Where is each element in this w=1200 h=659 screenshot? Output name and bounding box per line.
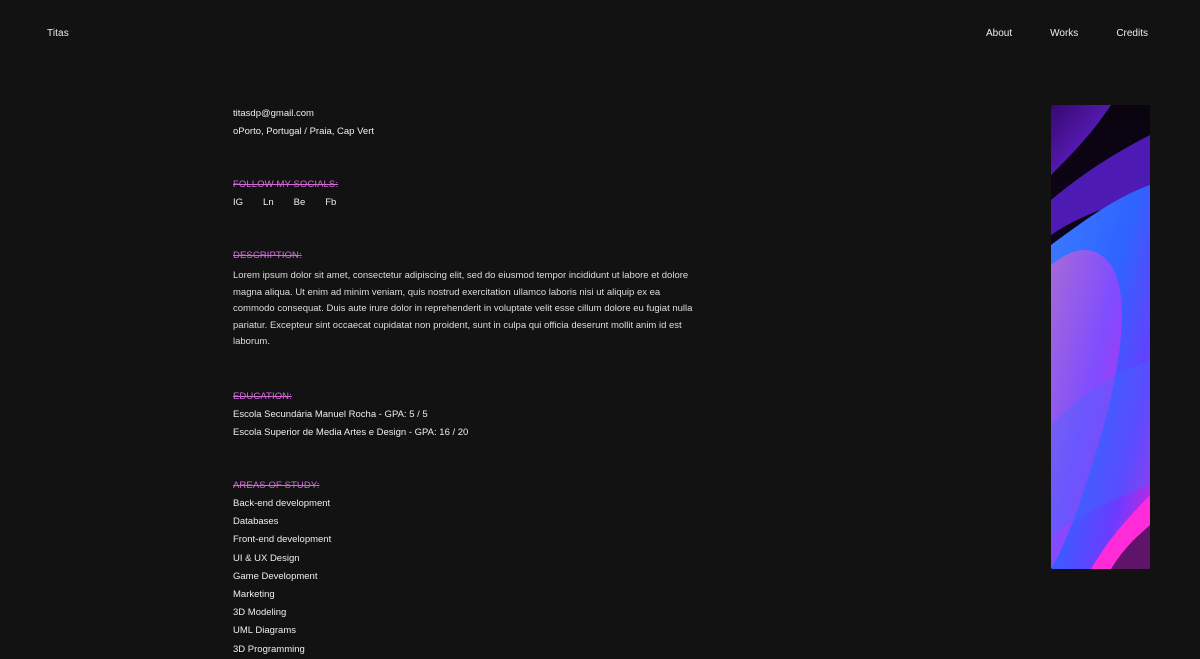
area-item: Back-end development [233,497,331,509]
social-link-behance[interactable]: Be [294,194,306,212]
area-item: Game Development [233,570,318,582]
about-content: titasdp@gmail.com oPorto, Portugal / Pra… [233,105,703,659]
nav-credits-link[interactable]: Credits [1116,28,1148,39]
abstract-gradient-artwork [1051,105,1150,569]
area-item: UI & UX Design [233,552,300,564]
contact-location: oPorto, Portugal / Praia, Cap Vert [233,126,374,137]
nav-about-link[interactable]: About [986,28,1012,39]
education-heading: EDUCATION: [233,390,292,402]
description-heading: DESCRIPTION: [233,250,302,261]
top-nav: About Works Credits [948,28,1148,39]
brand-logo-text[interactable]: Titas [47,28,69,39]
social-link-linkedin[interactable]: Ln [263,194,274,212]
area-item: 3D Modeling [233,607,287,619]
nav-works-link[interactable]: Works [1050,28,1078,39]
contact-email[interactable]: titasdp@gmail.com [233,105,703,123]
social-link-facebook[interactable]: Fb [325,194,336,212]
area-item: UML Diagrams [233,625,296,637]
education-item: Escola Superior de Media Artes e Design … [233,426,469,438]
area-item: 3D Programming [233,643,305,655]
education-item: Escola Secundária Manuel Rocha - GPA: 5 … [233,408,428,420]
area-item: Front-end development [233,534,332,546]
social-links: IG Ln Be Fb [233,194,703,212]
description-text: Lorem ipsum dolor sit amet, consectetur … [233,270,693,347]
socials-heading: FOLLOW MY SOCIALS: [233,179,339,190]
area-item: Marketing [233,588,275,600]
social-link-instagram[interactable]: IG [233,194,243,212]
areas-heading: AREAS OF STUDY: [233,479,320,491]
area-item: Databases [233,516,279,528]
